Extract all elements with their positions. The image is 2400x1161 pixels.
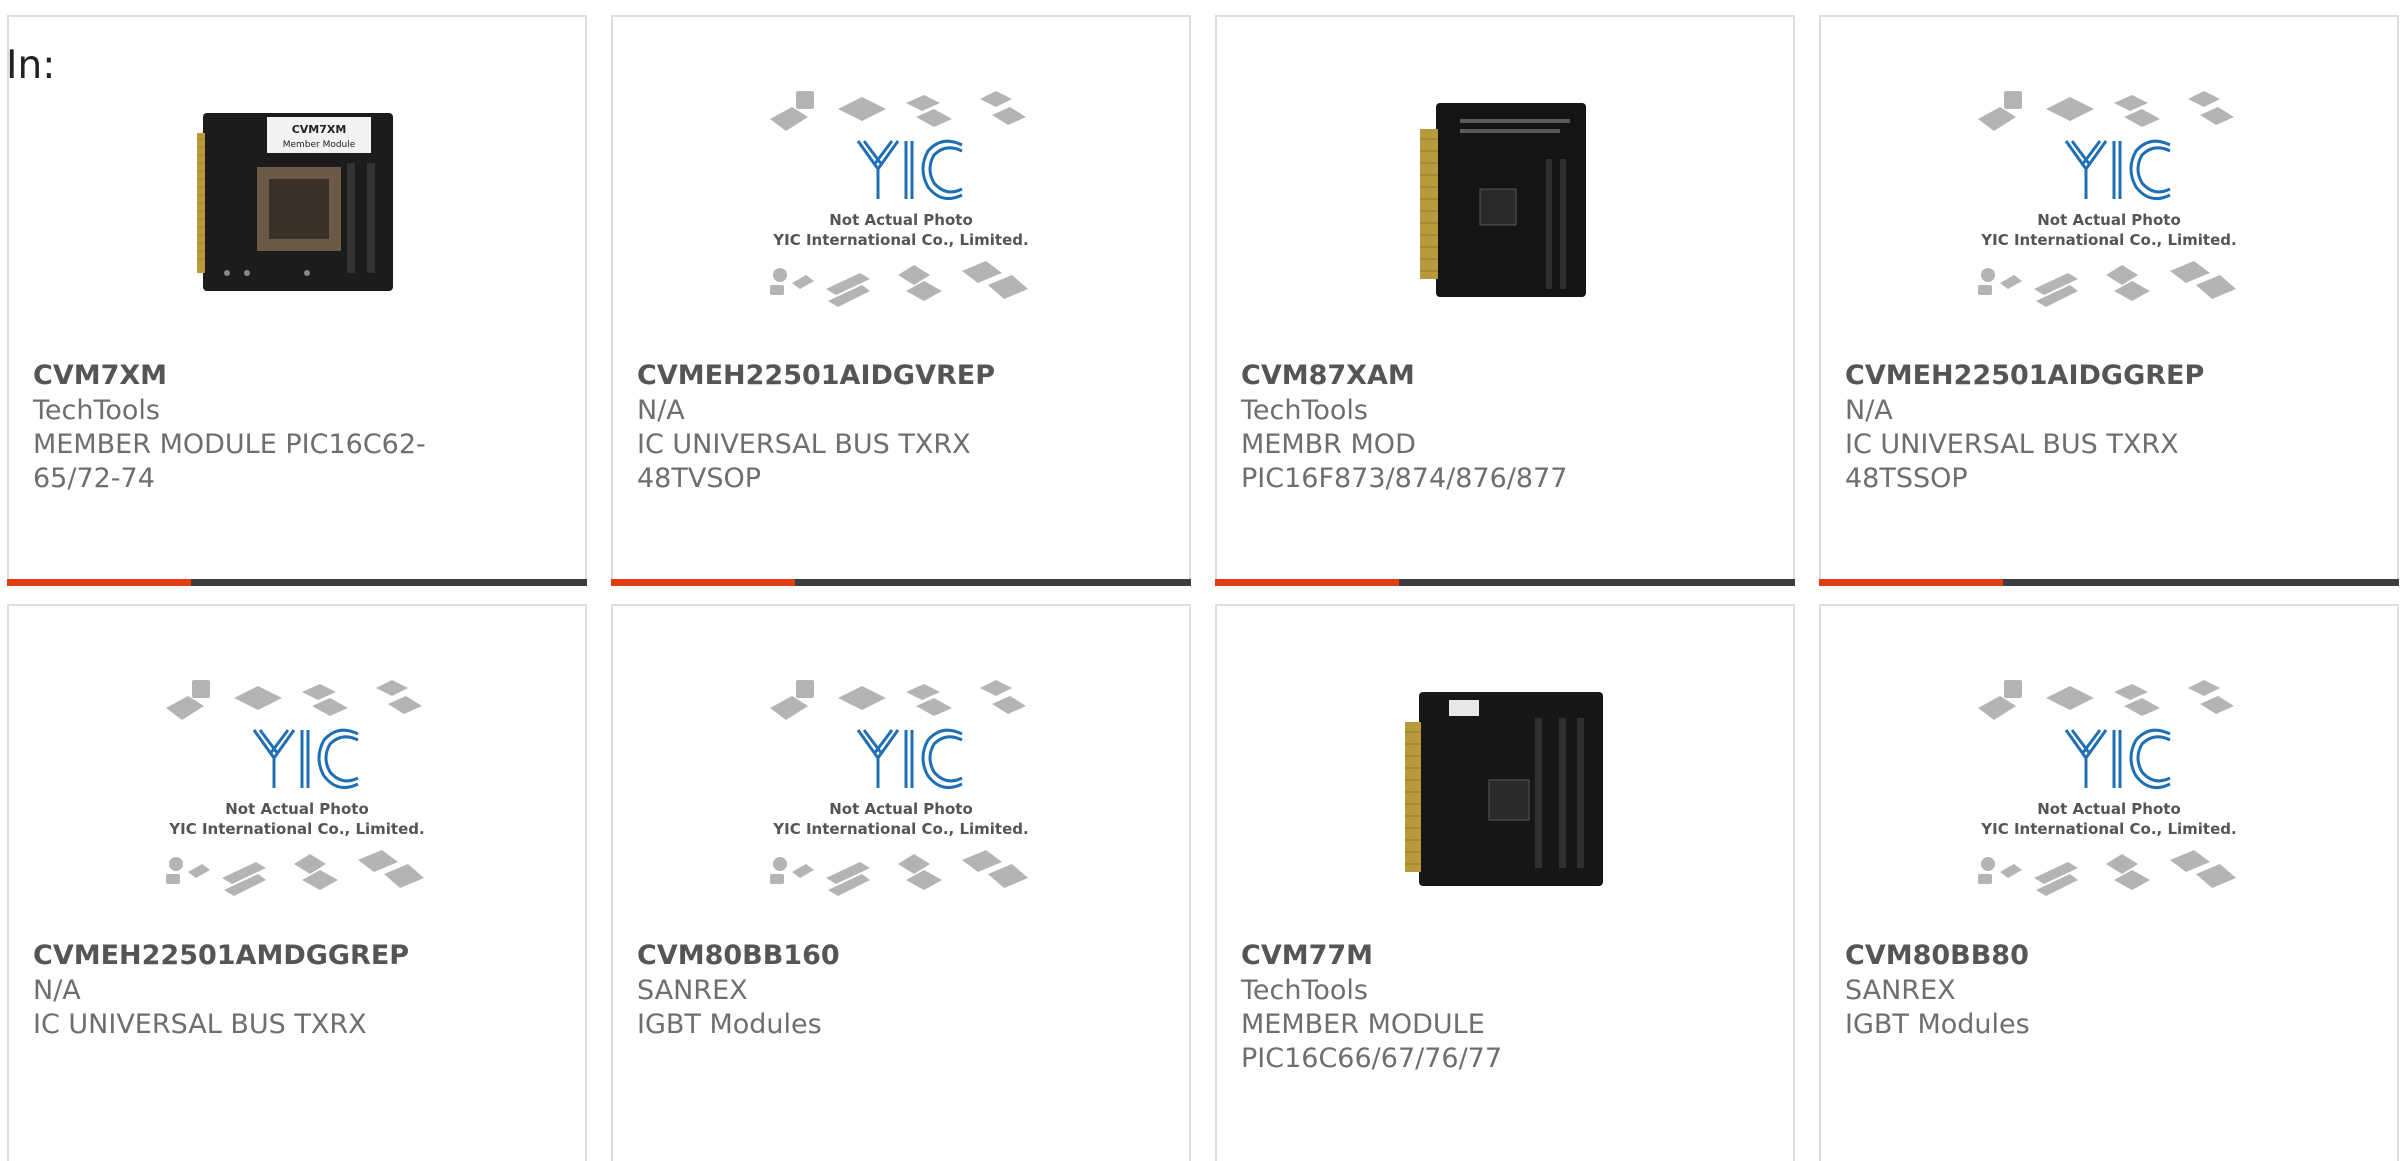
in-label: In: bbox=[6, 43, 56, 88]
product-manufacturer: TechTools bbox=[1241, 975, 1368, 1006]
card-bottom-bar bbox=[7, 579, 587, 586]
product-card[interactable]: Not Actual Photo YIC International Co., … bbox=[611, 604, 1191, 1161]
product-manufacturer: TechTools bbox=[1241, 395, 1368, 426]
product-image[interactable]: CVM7XM Member Module bbox=[9, 79, 585, 319]
not-actual-photo-placeholder: Not Actual Photo YIC International Co., … bbox=[1978, 91, 2237, 307]
svg-text:Not Actual Photo: Not Actual Photo bbox=[829, 800, 973, 818]
svg-text:Not Actual Photo: Not Actual Photo bbox=[2037, 800, 2181, 818]
product-image[interactable] bbox=[1217, 668, 1793, 908]
product-image[interactable]: Not Actual Photo YIC International Co., … bbox=[1821, 79, 2397, 319]
card-bottom-bar bbox=[1819, 579, 2399, 586]
board-photo-cvm87xam bbox=[1420, 103, 1586, 297]
product-card[interactable]: Not Actual Photo YIC International Co., … bbox=[7, 604, 587, 1161]
product-manufacturer: N/A bbox=[33, 975, 81, 1006]
svg-text:YIC International Co., Limited: YIC International Co., Limited. bbox=[772, 820, 1028, 838]
product-description: MEMBER MODULE PIC16C62-65/72-74 bbox=[33, 429, 426, 494]
product-description: IGBT Modules bbox=[637, 1009, 822, 1040]
svg-text:Not Actual Photo: Not Actual Photo bbox=[2037, 211, 2181, 229]
svg-text:CVM7XM: CVM7XM bbox=[292, 123, 347, 136]
product-description: IC UNIVERSAL BUS TXRX 48TVSOP bbox=[637, 429, 971, 494]
product-description: MEMBR MOD PIC16F873/874/876/877 bbox=[1241, 429, 1568, 494]
card-bottom-bar bbox=[611, 579, 1191, 586]
card-accent-bar bbox=[7, 579, 191, 586]
product-card[interactable]: Not Actual Photo YIC International Co., … bbox=[1819, 604, 2399, 1161]
product-card[interactable]: CVM77M TechTools MEMBER MODULE PIC16C66/… bbox=[1215, 604, 1795, 1161]
product-image[interactable]: Not Actual Photo YIC International Co., … bbox=[613, 79, 1189, 319]
product-manufacturer: TechTools bbox=[33, 395, 160, 426]
board-photo-cvm7xm: CVM7XM Member Module bbox=[197, 113, 393, 291]
not-actual-photo-placeholder: Not Actual Photo YIC International Co., … bbox=[1978, 680, 2237, 896]
product-part-number[interactable]: CVMEH22501AIDGVREP bbox=[637, 360, 995, 391]
not-actual-photo-placeholder: Not Actual Photo YIC International Co., … bbox=[770, 91, 1029, 307]
product-manufacturer: SANREX bbox=[637, 975, 748, 1006]
product-image[interactable]: Not Actual Photo YIC International Co., … bbox=[9, 668, 585, 908]
product-part-number[interactable]: CVM80BB160 bbox=[637, 940, 840, 971]
not-actual-photo-placeholder: Not Actual Photo YIC International Co., … bbox=[166, 680, 425, 896]
product-grid-page: In: CVM7XM Member Module CVM7XM TechTool… bbox=[0, 0, 2400, 1161]
product-part-number[interactable]: CVM87XAM bbox=[1241, 360, 1415, 391]
product-manufacturer: N/A bbox=[637, 395, 685, 426]
svg-text:Not Actual Photo: Not Actual Photo bbox=[225, 800, 369, 818]
product-description: MEMBER MODULE PIC16C66/67/76/77 bbox=[1241, 1009, 1503, 1074]
svg-text:YIC International Co., Limited: YIC International Co., Limited. bbox=[772, 231, 1028, 249]
board-photo-cvm77m bbox=[1405, 692, 1603, 886]
product-grid: CVM7XM Member Module CVM7XM TechTools ME… bbox=[7, 15, 2400, 1161]
product-image[interactable]: Not Actual Photo YIC International Co., … bbox=[1821, 668, 2397, 908]
svg-text:YIC International Co., Limited: YIC International Co., Limited. bbox=[1980, 820, 2236, 838]
svg-text:YIC International Co., Limited: YIC International Co., Limited. bbox=[1980, 231, 2236, 249]
product-image[interactable]: Not Actual Photo YIC International Co., … bbox=[613, 668, 1189, 908]
product-image[interactable] bbox=[1217, 79, 1793, 319]
product-description: IC UNIVERSAL BUS TXRX bbox=[33, 1009, 367, 1040]
product-manufacturer: N/A bbox=[1845, 395, 1893, 426]
product-part-number[interactable]: CVM7XM bbox=[33, 360, 167, 391]
product-part-number[interactable]: CVM80BB80 bbox=[1845, 940, 2029, 971]
svg-text:Member Module: Member Module bbox=[283, 140, 356, 150]
product-card[interactable]: Not Actual Photo YIC International Co., … bbox=[1819, 15, 2399, 586]
product-part-number[interactable]: CVM77M bbox=[1241, 940, 1373, 971]
svg-text:YIC International Co., Limited: YIC International Co., Limited. bbox=[168, 820, 424, 838]
product-card[interactable]: CVM7XM Member Module CVM7XM TechTools ME… bbox=[7, 15, 587, 586]
product-part-number[interactable]: CVMEH22501AIDGGREP bbox=[1845, 360, 2204, 391]
product-manufacturer: SANREX bbox=[1845, 975, 1956, 1006]
product-card[interactable]: Not Actual Photo YIC International Co., … bbox=[611, 15, 1191, 586]
card-accent-bar bbox=[611, 579, 795, 586]
svg-text:Not Actual Photo: Not Actual Photo bbox=[829, 211, 973, 229]
card-accent-bar bbox=[1215, 579, 1399, 586]
product-card[interactable]: CVM87XAM TechTools MEMBR MOD PIC16F873/8… bbox=[1215, 15, 1795, 586]
card-bottom-bar bbox=[1215, 579, 1795, 586]
product-part-number[interactable]: CVMEH22501AMDGGREP bbox=[33, 940, 409, 971]
card-accent-bar bbox=[1819, 579, 2003, 586]
product-description: IC UNIVERSAL BUS TXRX 48TSSOP bbox=[1845, 429, 2179, 494]
not-actual-photo-placeholder: Not Actual Photo YIC International Co., … bbox=[770, 680, 1029, 896]
product-description: IGBT Modules bbox=[1845, 1009, 2030, 1040]
